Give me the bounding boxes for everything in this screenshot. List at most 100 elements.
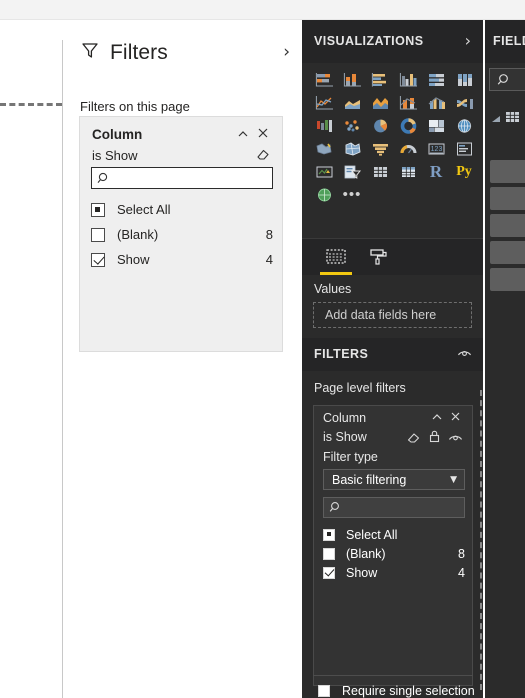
card-icon[interactable]: 123	[422, 137, 450, 160]
visualizations-scrollbar[interactable]	[480, 390, 483, 690]
stacked-column-chart-icon[interactable]	[338, 68, 366, 91]
fields-pane-header: FIELDS	[485, 20, 525, 63]
checkbox-unchecked[interactable]	[323, 547, 335, 560]
filter-item-select-all[interactable]: Select All	[323, 525, 467, 544]
fields-list	[490, 160, 525, 295]
chevron-up-icon[interactable]	[236, 127, 250, 146]
filters-pane-header: Filters	[80, 40, 168, 65]
checkbox-unchecked[interactable]	[318, 685, 330, 697]
pie-chart-icon[interactable]	[366, 114, 394, 137]
page-level-filters-label: Page level filters	[314, 381, 406, 395]
eraser-icon[interactable]	[406, 430, 421, 450]
search-icon	[328, 500, 343, 520]
collapse-triangle-icon[interactable]	[491, 112, 502, 130]
filter-item-label: Select All	[346, 527, 398, 542]
table-icon[interactable]	[505, 110, 520, 129]
checkbox-unchecked[interactable]	[91, 227, 105, 242]
filter-type-select[interactable]: Basic filtering ▼	[323, 469, 465, 490]
stacked-area-chart-icon[interactable]	[366, 91, 394, 114]
filter-item-count: 4	[458, 565, 465, 580]
checkbox-partial[interactable]	[323, 528, 335, 541]
close-icon[interactable]	[255, 125, 271, 146]
filter-item-blank[interactable]: (Blank) 8	[323, 544, 467, 563]
eraser-icon[interactable]	[255, 146, 271, 167]
eye-icon[interactable]	[448, 431, 463, 449]
matrix-icon[interactable]	[394, 160, 422, 183]
field-row[interactable]	[490, 160, 525, 183]
page-filter-card[interactable]: Column is Show Filter type Basic filteri…	[313, 405, 473, 686]
filter-item-show[interactable]: Show 4	[91, 247, 275, 272]
fields-search-input[interactable]	[489, 68, 525, 91]
area-chart-icon[interactable]	[338, 91, 366, 114]
ribbon-chart-icon[interactable]	[450, 91, 478, 114]
filter-search-input[interactable]	[91, 167, 273, 189]
filter-search-input[interactable]	[323, 497, 465, 518]
r-script-visual-icon[interactable]: R	[422, 160, 450, 183]
checkbox-checked[interactable]	[91, 252, 105, 267]
table-icon[interactable]	[366, 160, 394, 183]
clustered-bar-chart-icon[interactable]	[366, 68, 394, 91]
field-row[interactable]	[490, 187, 525, 210]
python-visual-icon[interactable]: Py	[450, 160, 478, 183]
filter-card-title: Column	[92, 127, 143, 142]
line-clustered-column-chart-icon[interactable]	[422, 91, 450, 114]
tab-format[interactable]	[360, 244, 396, 275]
more-options-icon[interactable]: •••	[338, 183, 366, 206]
eye-icon[interactable]	[457, 347, 472, 365]
filter-card[interactable]: Column is Show Select All (Blank) 8 Show…	[79, 116, 283, 352]
values-dropzone[interactable]: Add data fields here	[313, 302, 472, 328]
checkbox-checked[interactable]	[323, 566, 335, 579]
multi-row-card-icon[interactable]	[450, 137, 478, 160]
line-chart-icon[interactable]	[310, 91, 338, 114]
donut-chart-icon[interactable]	[394, 114, 422, 137]
scatter-chart-icon[interactable]	[338, 114, 366, 137]
visualizations-pane: VISUALIZATIONS › 123 R Py ••• Values Add…	[302, 20, 483, 698]
values-well-label: Values	[314, 282, 352, 296]
gauge-chart-icon[interactable]	[394, 137, 422, 160]
visualizations-title: VISUALIZATIONS	[314, 34, 424, 48]
filters-scope-label: Filters on this page	[80, 99, 190, 114]
tab-fields[interactable]	[318, 244, 354, 275]
lock-icon[interactable]	[428, 429, 441, 449]
active-tab-indicator	[320, 272, 352, 275]
field-row[interactable]	[490, 268, 525, 291]
line-stacked-column-chart-icon[interactable]	[394, 91, 422, 114]
filter-item-show[interactable]: Show 4	[323, 563, 467, 582]
chevron-right-icon[interactable]: ›	[283, 44, 290, 61]
field-row[interactable]	[490, 214, 525, 237]
require-single-selection-label: Require single selection	[342, 684, 475, 698]
shape-map-icon[interactable]	[338, 137, 366, 160]
kpi-icon[interactable]	[310, 160, 338, 183]
field-row[interactable]	[490, 241, 525, 264]
filter-item-blank[interactable]: (Blank) 8	[91, 222, 275, 247]
chevron-up-icon[interactable]	[430, 410, 444, 429]
filled-map-icon[interactable]	[310, 137, 338, 160]
visualizations-header: VISUALIZATIONS ›	[302, 20, 483, 63]
close-icon[interactable]	[448, 409, 463, 429]
filter-item-count: 8	[458, 546, 465, 561]
filter-item-label: Select All	[117, 202, 171, 217]
filter-item-label: (Blank)	[117, 227, 159, 242]
waterfall-chart-icon[interactable]	[310, 114, 338, 137]
100-stacked-bar-chart-icon[interactable]	[422, 68, 450, 91]
funnel-chart-icon[interactable]	[366, 137, 394, 160]
filters-section-title: FILTERS	[314, 347, 369, 361]
filter-card-subtitle: is Show	[92, 148, 138, 163]
svg-text:123: 123	[430, 146, 442, 153]
canvas-dashed-guide	[0, 103, 62, 106]
arcgis-map-icon[interactable]	[310, 183, 338, 206]
require-single-selection-row[interactable]: Require single selection	[318, 684, 475, 698]
stacked-bar-chart-icon[interactable]	[310, 68, 338, 91]
visual-type-gallery: 123 R Py •••	[310, 68, 478, 206]
slicer-icon[interactable]	[338, 160, 366, 183]
chevron-right-icon[interactable]: ›	[465, 31, 471, 50]
clustered-column-chart-icon[interactable]	[394, 68, 422, 91]
100-stacked-column-chart-icon[interactable]	[450, 68, 478, 91]
filter-item-count: 4	[265, 252, 273, 267]
search-icon	[496, 72, 512, 93]
map-icon[interactable]	[450, 114, 478, 137]
filter-item-select-all[interactable]: Select All	[91, 197, 275, 222]
filter-value-list: Select All (Blank) 8 Show 4	[91, 197, 275, 272]
treemap-icon[interactable]	[422, 114, 450, 137]
checkbox-partial[interactable]	[91, 202, 105, 217]
